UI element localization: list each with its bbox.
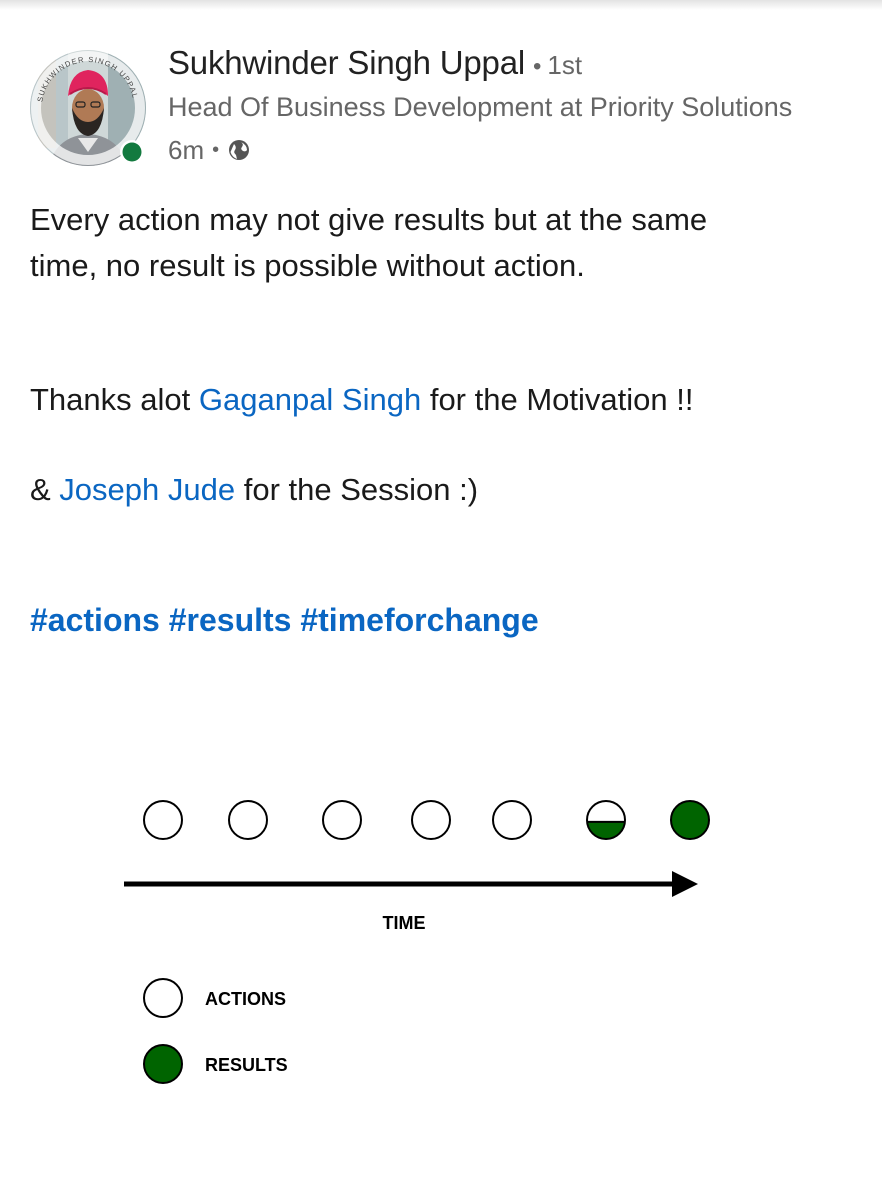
mention-gaganpal-singh[interactable]: Gaganpal Singh: [199, 382, 421, 417]
timeline-action-circle-3: [322, 800, 362, 840]
author-avatar[interactable]: SUKHWINDER SINGH UPPAL: [28, 48, 148, 168]
top-divider: [0, 0, 882, 10]
timeline-action-circle-4: [411, 800, 451, 840]
timeline-partial-result-circle-6: [586, 800, 626, 840]
session-suffix: for the Session :): [235, 472, 479, 507]
post-meta: 6m •: [168, 132, 251, 168]
post-text-line-1: Every action may not give results but at…: [30, 202, 708, 237]
timeline-action-circle-1: [143, 800, 183, 840]
time-axis-label: TIME: [383, 913, 426, 933]
globe-icon: [229, 140, 250, 160]
timeline-result-circle-7: [670, 800, 710, 840]
name-separator: •: [533, 53, 542, 80]
hashtags[interactable]: #actions #results #timeforchange: [30, 602, 539, 639]
session-line: & Joseph Jude for the Session :): [30, 467, 478, 513]
author-name[interactable]: Sukhwinder Singh Uppal: [168, 44, 525, 82]
legend-results-label: RESULTS: [205, 1055, 288, 1075]
thanks-line: Thanks alot Gaganpal Singh for the Motiv…: [30, 377, 693, 423]
post-image-diagram[interactable]: TIME ACTIONS RESULTS: [0, 770, 882, 1130]
post-text-line-2: time, no result is possible without acti…: [30, 248, 585, 283]
time-arrow-head: [672, 871, 698, 897]
legend-results-circle: [143, 1044, 183, 1084]
timeline-action-circle-2: [228, 800, 268, 840]
online-status-icon: [122, 142, 142, 162]
timeline-action-circle-5: [492, 800, 532, 840]
connection-degree: 1st: [547, 50, 583, 80]
session-prefix: &: [30, 472, 60, 507]
post-timestamp: 6m: [168, 134, 205, 165]
legend-actions-label: ACTIONS: [205, 989, 286, 1009]
author-headline: Head Of Business Development at Priority…: [168, 92, 793, 122]
mention-joseph-jude[interactable]: Joseph Jude: [59, 472, 235, 507]
meta-separator: •: [212, 138, 220, 161]
legend-actions-circle: [143, 978, 183, 1018]
thanks-suffix: for the Motivation !!: [421, 382, 694, 417]
author-name-row: Sukhwinder Singh Uppal • 1st: [168, 44, 582, 88]
thanks-prefix: Thanks alot: [30, 382, 199, 417]
